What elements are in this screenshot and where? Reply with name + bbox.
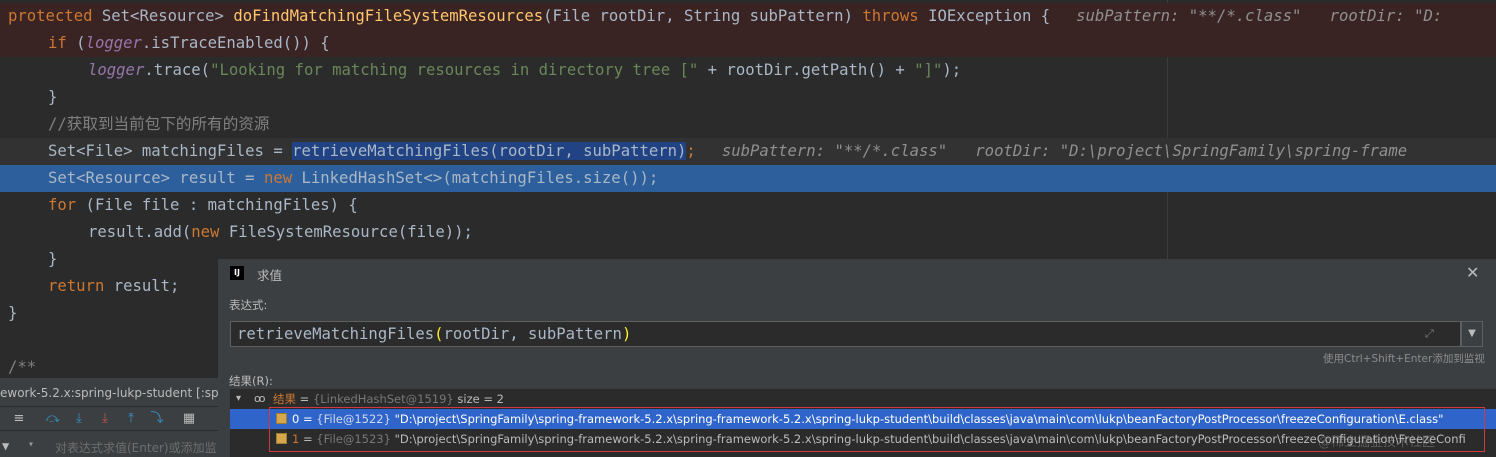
evaluate-expression-icon[interactable]: ▦	[180, 410, 198, 428]
code-text: (File file : matchingFiles) {	[76, 196, 358, 214]
history-dropdown-button[interactable]: ▼	[1461, 321, 1483, 347]
chevron-down-icon[interactable]: ▾	[28, 439, 34, 450]
expression-label: 表达式:	[229, 298, 268, 312]
code-line-5[interactable]: //获取到当前包下的所有的资源	[0, 111, 1496, 138]
field-ref: logger	[88, 61, 145, 79]
evaluate-dialog: IJ 求值 ✕ 表达式: retrieveMatchingFiles(rootD…	[218, 259, 1496, 457]
code-text: result;	[104, 277, 180, 295]
string-literal: "Looking for matching resources in direc…	[210, 61, 699, 79]
keyword: for	[48, 196, 77, 214]
watch-glasses-icon: oo	[254, 392, 266, 405]
watch-input-row[interactable]: ▼ ▾ 对表达式求值(Enter)或添加监	[0, 436, 218, 457]
code-text: result.add(	[88, 223, 192, 241]
force-step-into-icon[interactable]: ⤓	[96, 410, 114, 428]
code-line-6[interactable]: Set<File> matchingFiles = retrieveMatchi…	[0, 138, 1496, 165]
code-line-1[interactable]: protected Set<Resource> doFindMatchingFi…	[0, 3, 1496, 30]
add-to-watch-hint: 使用Ctrl+Shift+Enter添加到监视	[1323, 353, 1485, 365]
filter-icon[interactable]: ▼	[2, 439, 9, 453]
evaluate-input-placeholder[interactable]: 对表达式求值(Enter)或添加监	[55, 439, 217, 456]
inline-debug-values: subPattern: "**/*.class" rootDir: "D:\pr…	[721, 142, 1408, 160]
code-text: ;	[686, 142, 696, 160]
expression-input[interactable]: retrieveMatchingFiles(rootDir, subPatter…	[230, 321, 1461, 347]
code-text: }	[48, 88, 58, 106]
code-line-8[interactable]: for (File file : matchingFiles) {	[0, 192, 1496, 219]
debug-session-tab[interactable]: ework-5.2.x:spring-lukp-student [:spr	[0, 380, 218, 407]
debug-tool-window: ework-5.2.x:spring-lukp-student [:spr ≡ …	[0, 378, 218, 457]
code-text: FileSystemResource(file));	[219, 223, 473, 241]
code-line-4[interactable]: }	[0, 84, 1496, 111]
code-text: + rootDir.getPath() +	[698, 61, 915, 79]
step-out-icon[interactable]: ⤒	[122, 410, 140, 428]
code-line-7-execution-point[interactable]: Set<Resource> result = new LinkedHashSet…	[0, 165, 1496, 192]
code-text: Set<Resource> result =	[48, 169, 264, 187]
code-text: .trace(	[144, 61, 211, 79]
method-name: doFindMatchingFileSystemResources	[233, 7, 544, 25]
expression-paren: (	[434, 325, 444, 343]
result-label: 结果(R):	[229, 374, 273, 388]
code-text: (	[66, 34, 86, 52]
expression-function: retrieveMatchingFiles	[237, 325, 435, 343]
code-line-2[interactable]: if (logger.isTraceEnabled()) {	[0, 30, 1496, 57]
selected-expression[interactable]: retrieveMatchingFiles(rootDir, subPatter…	[292, 142, 687, 160]
keyword: protected	[8, 7, 93, 25]
debug-toolbar: ≡ ⤼ ⤓ ⤓ ⤒ ⤵ ▦	[0, 408, 218, 431]
code-text: );	[942, 61, 962, 79]
dialog-title-bar[interactable]: IJ 求值 ✕	[218, 259, 1496, 287]
close-icon[interactable]: ✕	[1466, 263, 1479, 282]
comment: /**	[8, 358, 37, 376]
code-text: .isTraceEnabled()) {	[141, 34, 330, 52]
code-text: IOException {	[918, 7, 1051, 25]
code-line-3[interactable]: logger.trace("Looking for matching resou…	[0, 57, 1496, 84]
keyword: if	[48, 34, 67, 52]
highlight-annotation-box	[269, 407, 1485, 452]
keyword: return	[48, 277, 105, 295]
code-text: (File rootDir, String subPattern)	[543, 7, 863, 25]
code-text: LinkedHashSet<>(matchingFiles.size());	[292, 169, 659, 187]
show-execution-point-icon[interactable]: ⤼	[44, 410, 62, 428]
intellij-logo-icon: IJ	[230, 266, 244, 280]
expression-args: rootDir, subPattern	[443, 325, 622, 343]
watermark: @稀土掘金技术社区	[1318, 435, 1436, 450]
field-ref: logger	[85, 34, 142, 52]
dialog-title: 求值	[257, 268, 283, 283]
code-text: Set<Resource>	[92, 7, 234, 25]
code-text: }	[48, 250, 58, 268]
keyword: throws	[862, 7, 919, 25]
menu-icon[interactable]: ≡	[10, 410, 28, 428]
run-to-cursor-icon[interactable]: ⤵	[148, 410, 166, 428]
expand-icon[interactable]: ⤢	[1425, 321, 1443, 347]
chevron-down-icon[interactable]: ▾	[236, 389, 241, 409]
keyword: new	[263, 169, 293, 187]
code-text: Set<File> matchingFiles =	[48, 142, 293, 160]
inline-debug-values: subPattern: "**/*.class" rootDir: "D:	[1076, 7, 1443, 25]
comment: //获取到当前包下的所有的资源	[48, 115, 270, 133]
keyword: new	[191, 223, 220, 241]
step-over-icon[interactable]: ⤓	[70, 410, 88, 428]
code-line-9[interactable]: result.add(new FileSystemResource(file))…	[0, 219, 1496, 246]
code-text: }	[8, 304, 18, 322]
result-root-row[interactable]: ▾ oo 结果 = {LinkedHashSet@1519} size = 2	[230, 389, 1496, 409]
expression-paren: )	[621, 325, 632, 343]
result-root-text: 结果 = {LinkedHashSet@1519} size = 2	[273, 392, 504, 406]
string-literal: "]"	[914, 61, 943, 79]
